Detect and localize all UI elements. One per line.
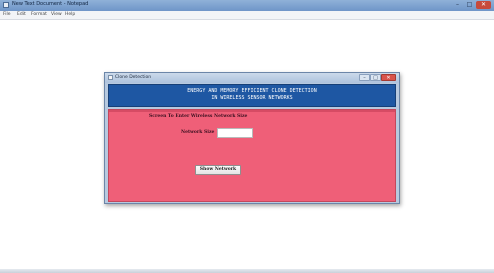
dialog-titlebar[interactable]: Clone Detection – □ ✕ [105,73,399,83]
banner-title-line-1: ENERGY AND MEMORY EFFICIENT CLONE DETECT… [187,88,317,94]
notepad-close-button[interactable]: ✕ [476,1,491,9]
dialog-maximize-button[interactable]: □ [370,74,381,81]
banner-title-line-2: IN WIRELESS SENSOR NETWORKS [211,95,293,101]
panel-divider [109,110,395,112]
show-network-button[interactable]: Show Network [195,165,241,175]
menu-view[interactable]: View [51,12,62,18]
menu-format[interactable]: Format [31,12,47,18]
app-icon [108,75,113,80]
instruction-text: Screen To Enter Wireless Network Size [149,114,248,119]
menu-edit[interactable]: Edit [17,12,26,18]
clone-detection-window: Clone Detection – □ ✕ ENERGY AND MEMORY … [104,72,400,204]
menu-help[interactable]: Help [65,12,75,18]
network-size-panel: Screen To Enter Wireless Network Size Ne… [108,109,396,202]
dialog-title: Clone Detection [115,75,152,80]
dialog-minimize-button[interactable]: – [359,74,370,81]
menu-file[interactable]: File [3,12,11,18]
notepad-minimize-button[interactable]: – [452,1,463,9]
notepad-title: New Text Document - Notepad [12,1,89,7]
notepad-icon [3,2,9,8]
network-size-label: Network Size [181,130,215,135]
dialog-close-button[interactable]: ✕ [381,74,396,81]
taskbar-strip [0,269,494,273]
project-title-banner: ENERGY AND MEMORY EFFICIENT CLONE DETECT… [108,84,396,107]
notepad-maximize-button[interactable]: □ [464,1,475,9]
notepad-menubar: File Edit Format View Help [0,11,494,20]
notepad-titlebar: New Text Document - Notepad – □ ✕ [0,0,494,11]
network-size-input[interactable] [217,128,253,138]
